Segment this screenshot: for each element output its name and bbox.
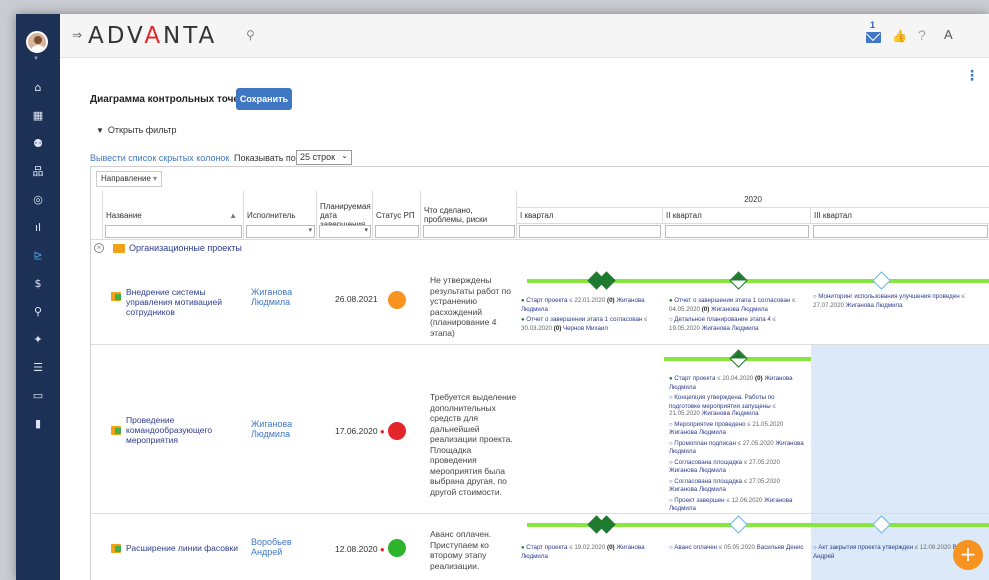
- project-name[interactable]: Проведение командообразующего мероприяти…: [126, 415, 212, 445]
- project-icon: [111, 426, 121, 435]
- milestone-list-q2: ○ Аванс оплачен ≤ 05.05.2020 Васильев Де…: [669, 544, 805, 556]
- main-content: ⋮ Диаграмма контрольных точек Сохранить …: [60, 58, 989, 580]
- calendar-icon[interactable]: ▦: [28, 108, 48, 124]
- milestone-item[interactable]: ○ Мониторинг использования улучшения про…: [813, 293, 989, 309]
- sparkle-icon[interactable]: ✦: [28, 332, 48, 348]
- milestone-grid: Направление ▾ Название ▲ Исполнитель Плани…: [90, 166, 989, 580]
- milestone-item[interactable]: ○ Аванс оплачен ≤ 05.05.2020 Васильев Де…: [669, 544, 805, 553]
- analytics-icon[interactable]: ıl: [28, 220, 48, 236]
- milestone-list-q1: ● Старт проекта ≤ 19.02.2020 (0) Жиганов…: [521, 544, 657, 563]
- milestone-item[interactable]: ○ Мероприятие проведено ≤ 21.05.2020 Жиг…: [669, 421, 805, 437]
- home-icon[interactable]: ⌂: [28, 80, 48, 96]
- chevron-down-icon: ⌄: [341, 151, 348, 160]
- language-icon[interactable]: A: [944, 27, 953, 42]
- milestone-diamond[interactable]: [729, 349, 748, 368]
- milestone-list-q2: ● Отчет о завершении этапа 1 согласован …: [669, 297, 805, 335]
- sort-icon: ▲: [229, 210, 237, 220]
- group-by-dropdown[interactable]: Направление ▾: [96, 171, 162, 187]
- milestone-list-q2: ● Старт проекта ≤ 20.04.2020 (0) Жиганов…: [669, 375, 805, 516]
- runner-icon[interactable]: ⚲: [28, 304, 48, 320]
- filter-status-input[interactable]: [375, 225, 419, 238]
- menu-toggle-icon[interactable]: ⇒: [72, 28, 82, 42]
- target-icon[interactable]: ◎: [28, 192, 48, 208]
- logo[interactable]: ADVANTA: [88, 23, 217, 49]
- status-indicator: [388, 539, 406, 557]
- help-icon[interactable]: ?: [918, 27, 926, 43]
- collapse-icon[interactable]: ×: [94, 243, 104, 253]
- milestone-item[interactable]: ○ Промоплан подписан ≤ 27.05.2020 Жигано…: [669, 440, 805, 456]
- more-options-icon[interactable]: ⋮: [965, 68, 979, 84]
- finance-icon[interactable]: $: [28, 276, 48, 292]
- planned-date: 17.06.2020 ●: [335, 426, 385, 436]
- page-size-select[interactable]: 25 строк ⌄: [296, 150, 352, 165]
- top-bar: ⇒ ADVANTA ⚲ 1 👍 ? A: [60, 14, 989, 58]
- filter-name-input[interactable]: [105, 225, 242, 238]
- milestone-list-q3: ○ Мониторинг использования улучшения про…: [813, 293, 989, 312]
- project-name[interactable]: Внедрение системы управления мотивацией …: [126, 287, 248, 317]
- project-name[interactable]: Расширение линии фасовки: [126, 543, 246, 553]
- header-q1: I квартал: [517, 208, 663, 224]
- filter-icon: ▼: [96, 126, 104, 135]
- page-title: Диаграмма контрольных точек: [90, 94, 244, 105]
- milestone-item[interactable]: ● Старт проекта ≤ 22.01.2020 (0) Жиганов…: [521, 297, 657, 313]
- structure-icon[interactable]: 品: [28, 164, 48, 180]
- milestone-item[interactable]: ○ Согласована площадка ≤ 27.05.2020 Жига…: [669, 478, 805, 494]
- header-q2: II квартал: [663, 208, 811, 224]
- filter-done-input[interactable]: [423, 225, 515, 238]
- avatar[interactable]: [26, 31, 48, 53]
- milestone-item[interactable]: ○ Детальное планирование этапа 4 ≤ 19.05…: [669, 316, 805, 332]
- milestone-item[interactable]: ○ Концепция утверждена. Работы по подгот…: [669, 394, 805, 418]
- open-filter-link[interactable]: ▼ Открыть фильтр: [96, 125, 177, 135]
- filter-q1-input[interactable]: [519, 225, 661, 238]
- milestone-diamond[interactable]: [729, 515, 748, 534]
- header-year: 2020: [517, 191, 989, 208]
- hidden-columns-link[interactable]: Вывести список скрытых колонок: [90, 153, 229, 163]
- milestone-item[interactable]: ● Старт проекта ≤ 19.02.2020 (0) Жиганов…: [521, 544, 657, 560]
- chevron-down-icon[interactable]: ▼: [33, 56, 39, 62]
- milestone-diamond[interactable]: [872, 271, 891, 290]
- milestone-item[interactable]: ○ Согласована площадка ≤ 27.05.2020 Жига…: [669, 459, 805, 475]
- milestone-item[interactable]: ○ Проект завершен ≤ 12.06.2020 Жиганова …: [669, 497, 805, 513]
- status-indicator: [388, 291, 406, 309]
- executor-link[interactable]: Воробьев Андрей: [251, 537, 311, 557]
- milestone-list-q1: ● Старт проекта ≤ 22.01.2020 (0) Жиганов…: [521, 297, 657, 335]
- executor-link[interactable]: Жиганова Людмила: [251, 287, 311, 307]
- bookmark-icon[interactable]: ▮: [28, 416, 48, 432]
- search-icon[interactable]: ⚲: [246, 28, 255, 42]
- status-indicator: [388, 422, 406, 440]
- filter-q3-input[interactable]: [813, 225, 988, 238]
- group-label: Организационные проекты: [129, 243, 242, 253]
- like-icon[interactable]: 👍: [892, 29, 907, 43]
- done-text: Аванс оплачен. Приступаем ко второму эта…: [430, 529, 492, 571]
- done-text: Не утверждены результаты работ по устран…: [430, 275, 512, 338]
- filter-executor-select[interactable]: ▾: [246, 225, 315, 238]
- gantt-icon[interactable]: ⊵: [28, 248, 48, 264]
- planned-date: 26.08.2021: [335, 294, 378, 304]
- page-size-label: Показывать по: [234, 153, 296, 163]
- planned-date: 12.08.2020 ●: [335, 544, 385, 554]
- milestone-item[interactable]: ● Отчет о завершении этапа 1 согласован …: [669, 297, 805, 313]
- milestone-item[interactable]: ● Старт проекта ≤ 20.04.2020 (0) Жиганов…: [669, 375, 805, 391]
- filter-date-select[interactable]: ▾: [319, 225, 371, 238]
- monitor-icon[interactable]: ▭: [28, 388, 48, 404]
- header-q3: III квартал: [811, 208, 989, 224]
- group-row[interactable]: × Организационные проекты: [91, 241, 989, 257]
- folder-icon: [113, 244, 125, 253]
- app-window: ▼ ⌂ ▦ ⚉ 品 ◎ ıl ⊵ $ ⚲ ✦ ☰ ▭ ▮ ⇒ ADVANTA ⚲ 1 👍 ? A ⋮ Д…: [16, 14, 989, 580]
- project-icon: [111, 292, 121, 301]
- executor-link[interactable]: Жиганова Людмила: [251, 419, 311, 439]
- header-spacer: [91, 191, 103, 240]
- milestone-diamond[interactable]: [729, 271, 748, 290]
- milestone-item[interactable]: ● Отчет о завершении этапа 1 согласован …: [521, 316, 657, 332]
- done-text: Требуется выделение дополнительных средс…: [430, 392, 517, 497]
- add-button[interactable]: +: [953, 540, 983, 570]
- users-icon[interactable]: ⚉: [28, 136, 48, 152]
- filter-q2-input[interactable]: [665, 225, 809, 238]
- mail-icon[interactable]: [866, 32, 881, 43]
- sidebar: ▼ ⌂ ▦ ⚉ 品 ◎ ıl ⊵ $ ⚲ ✦ ☰ ▭ ▮: [16, 14, 60, 580]
- project-icon: [111, 544, 121, 553]
- save-button[interactable]: Сохранить: [236, 88, 292, 110]
- checklist-icon[interactable]: ☰: [28, 360, 48, 376]
